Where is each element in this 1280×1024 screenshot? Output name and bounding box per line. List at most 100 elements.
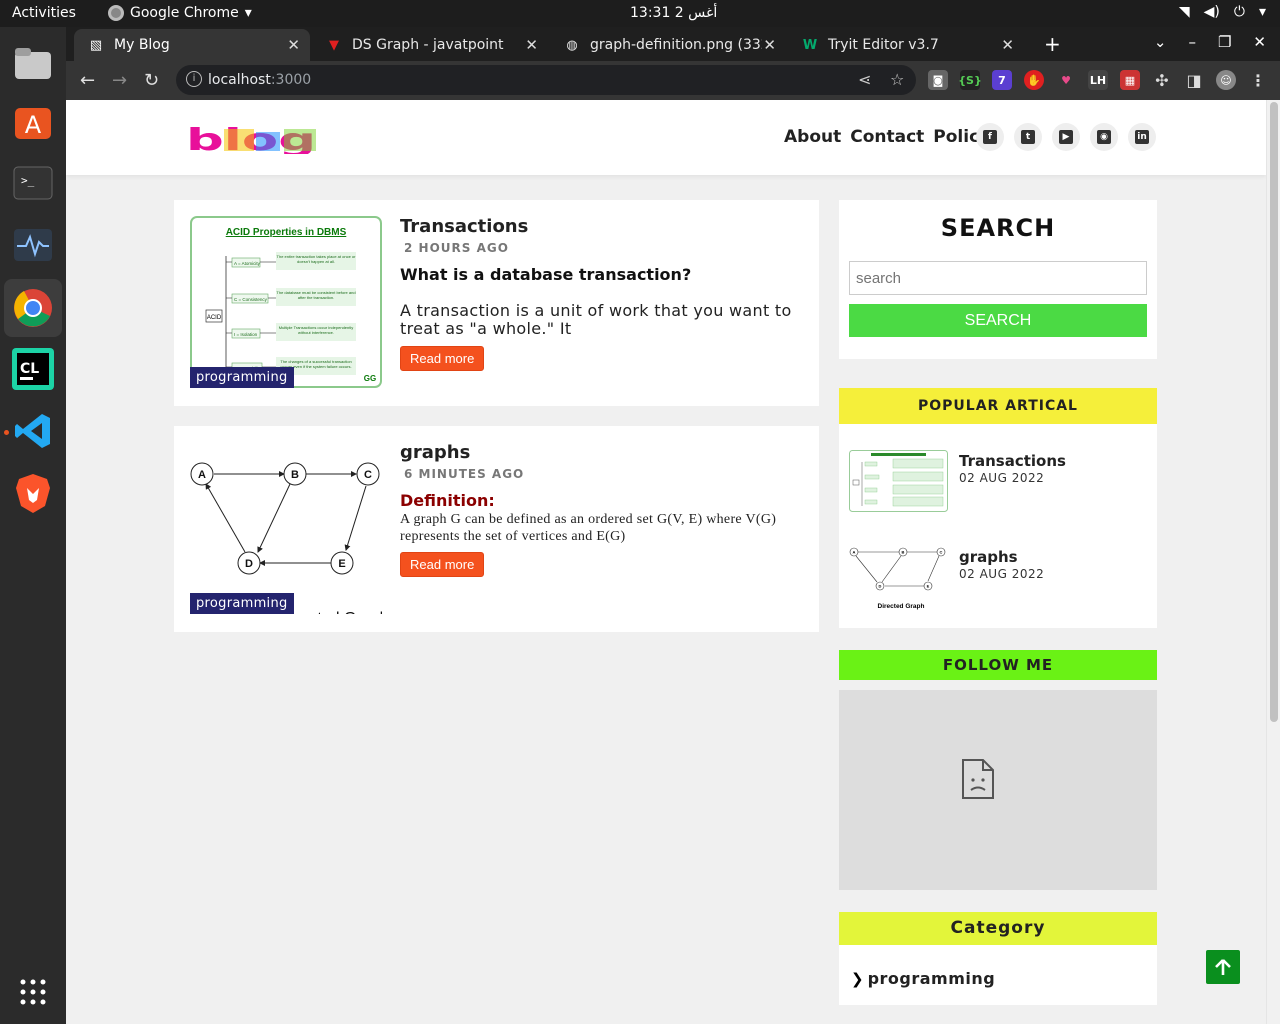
broken-page-icon bbox=[962, 759, 994, 799]
post-title[interactable]: Transactions bbox=[400, 216, 528, 237]
grid-extension-icon[interactable]: ▦ bbox=[1120, 70, 1140, 90]
terminal-icon[interactable]: >_ bbox=[11, 161, 55, 205]
tab-title: DS Graph - javatpoint bbox=[352, 37, 504, 53]
chrome-icon bbox=[108, 5, 124, 21]
new-tab-button[interactable]: + bbox=[1044, 32, 1061, 56]
clion-icon[interactable]: CL bbox=[11, 347, 55, 391]
svg-text:C = Consistency: C = Consistency bbox=[234, 297, 268, 302]
search-title: SEARCH bbox=[940, 214, 1056, 242]
post-thumbnail[interactable]: A B C D E Directed Graph bbox=[190, 442, 382, 614]
post-title[interactable]: graphs bbox=[400, 442, 470, 463]
system-top-bar: Activities Google Chrome ▾ 13:31 2 أغس ◥… bbox=[0, 0, 1280, 27]
github-icon[interactable]: ◉ bbox=[1090, 123, 1118, 151]
tab-tryit-editor[interactable]: W Tryit Editor v3.7 ✕ bbox=[788, 29, 1024, 61]
info-icon[interactable]: i bbox=[186, 71, 202, 87]
red-extension-icon[interactable]: ✋ bbox=[1024, 70, 1044, 90]
menu-about[interactable]: About bbox=[784, 127, 841, 147]
popular-thumbnail[interactable] bbox=[849, 450, 948, 512]
system-tray[interactable]: ◥ ◀) ⏻ ▾ bbox=[1179, 4, 1266, 20]
popular-item[interactable]: Transactions 02 AUG 2022 bbox=[849, 450, 1149, 514]
app-menu[interactable]: Google Chrome ▾ bbox=[108, 5, 252, 21]
bookmark-star-icon[interactable]: ☆ bbox=[890, 70, 904, 89]
close-icon[interactable]: ✕ bbox=[525, 36, 538, 54]
twitter-icon[interactable]: t bbox=[1014, 123, 1042, 151]
clock[interactable]: 13:31 2 أغس bbox=[630, 5, 717, 21]
page-scrollbar[interactable] bbox=[1266, 100, 1280, 1024]
category-heading: Category bbox=[839, 912, 1157, 945]
blog-logo[interactable]: blog bbox=[184, 124, 319, 154]
profile-avatar[interactable]: ☺ bbox=[1216, 70, 1236, 90]
vscode-icon[interactable] bbox=[11, 409, 55, 453]
post-time: 2 HOURS AGO bbox=[404, 241, 509, 255]
activities-button[interactable]: Activities bbox=[12, 5, 76, 21]
search-input[interactable] bbox=[849, 261, 1147, 295]
tab-my-blog[interactable]: ▧ My Blog ✕ bbox=[74, 29, 310, 61]
forward-button[interactable]: → bbox=[112, 70, 127, 91]
facebook-icon[interactable]: f bbox=[976, 123, 1004, 151]
side-panel-icon[interactable]: ◨ bbox=[1184, 70, 1204, 90]
svg-text:ACID: ACID bbox=[207, 315, 222, 321]
system-monitor-icon[interactable] bbox=[11, 223, 55, 267]
tab-graph-definition[interactable]: ◍ graph-definition.png (332 ✕ bbox=[550, 29, 786, 61]
svg-text:E: E bbox=[927, 584, 930, 589]
linkedin-icon[interactable]: in bbox=[1128, 123, 1156, 151]
post-card: A B C D E Directed Graph programming gra… bbox=[174, 426, 819, 632]
popular-heading: POPULAR ARTICAL bbox=[839, 388, 1157, 424]
lighthouse-extension-icon[interactable]: LH bbox=[1088, 70, 1108, 90]
svg-text:GG: GG bbox=[364, 374, 376, 383]
maximize-button[interactable]: ❐ bbox=[1218, 33, 1231, 51]
popular-title[interactable]: graphs bbox=[959, 548, 1018, 566]
close-icon[interactable]: ✕ bbox=[287, 36, 300, 54]
close-icon[interactable]: ✕ bbox=[763, 36, 776, 54]
software-center-icon[interactable]: A bbox=[11, 99, 55, 143]
category-tag[interactable]: programming bbox=[190, 593, 294, 614]
purple-extension-icon[interactable]: 7 bbox=[992, 70, 1012, 90]
running-indicator bbox=[4, 430, 9, 435]
extensions-bar: ◙ {S} 7 ✋ ♥ LH ▦ ✣ ◨ ☺ ⋮ bbox=[928, 70, 1268, 90]
apps-grid-icon[interactable] bbox=[11, 970, 55, 1014]
category-tag[interactable]: programming bbox=[190, 367, 294, 388]
svg-text:A: A bbox=[198, 469, 206, 481]
close-window-button[interactable]: ✕ bbox=[1253, 33, 1266, 51]
heart-extension-icon[interactable]: ♥ bbox=[1056, 70, 1076, 90]
puzzle-icon[interactable]: ✣ bbox=[1152, 70, 1172, 90]
popular-thumbnail[interactable]: A B C D E Directed Graph bbox=[849, 546, 948, 612]
svg-text:Directed Graph: Directed Graph bbox=[280, 610, 382, 614]
files-icon[interactable] bbox=[11, 41, 55, 85]
reload-button[interactable]: ↻ bbox=[144, 70, 159, 91]
post-excerpt: A transaction is a unit of work that you… bbox=[400, 301, 792, 338]
back-button[interactable]: ← bbox=[80, 70, 95, 91]
brave-icon[interactable] bbox=[11, 471, 55, 515]
scrollbar-thumb[interactable] bbox=[1270, 102, 1278, 722]
globe-icon: ◍ bbox=[566, 37, 578, 53]
svg-text:C: C bbox=[364, 469, 372, 481]
search-button[interactable]: SEARCH bbox=[849, 304, 1147, 337]
minimize-button[interactable]: – bbox=[1188, 33, 1196, 51]
back-to-top-button[interactable] bbox=[1206, 950, 1240, 984]
menu-contact[interactable]: Contact bbox=[850, 127, 924, 147]
camera-extension-icon[interactable]: ◙ bbox=[928, 70, 948, 90]
app-name: Google Chrome bbox=[130, 5, 239, 21]
tab-search-icon[interactable]: ⌄ bbox=[1154, 33, 1167, 51]
close-icon[interactable]: ✕ bbox=[1001, 36, 1014, 54]
svg-text:Directed Graph: Directed Graph bbox=[878, 603, 925, 610]
tab-ds-graph[interactable]: ▼ DS Graph - javatpoint ✕ bbox=[312, 29, 548, 61]
category-item[interactable]: ❯ programming bbox=[851, 969, 995, 988]
svg-text:C: C bbox=[940, 550, 943, 555]
json-extension-icon[interactable]: {S} bbox=[958, 70, 982, 90]
read-more-button[interactable]: Read more bbox=[400, 552, 485, 577]
menu-dots-icon[interactable]: ⋮ bbox=[1248, 70, 1268, 90]
follow-embed[interactable] bbox=[839, 690, 1157, 890]
youtube-icon[interactable]: ▶ bbox=[1052, 123, 1080, 151]
popular-title[interactable]: Transactions bbox=[959, 452, 1066, 470]
address-bar[interactable]: i localhost:3000 ⋖ ☆ bbox=[176, 65, 916, 95]
popular-date: 02 AUG 2022 bbox=[959, 567, 1045, 581]
tab-title: graph-definition.png (332 bbox=[590, 37, 762, 53]
share-icon[interactable]: ⋖ bbox=[858, 70, 871, 89]
popular-item[interactable]: A B C D E Directed Graph graphs 02 AUG 2022 bbox=[849, 546, 1149, 616]
post-subheading: Definition: bbox=[400, 491, 495, 510]
chrome-dock-icon[interactable] bbox=[4, 279, 62, 337]
category-link[interactable]: programming bbox=[868, 969, 996, 988]
post-thumbnail[interactable]: ACID Properties in DBMS ACID A = Atomici… bbox=[190, 216, 382, 388]
read-more-button[interactable]: Read more bbox=[400, 346, 485, 371]
